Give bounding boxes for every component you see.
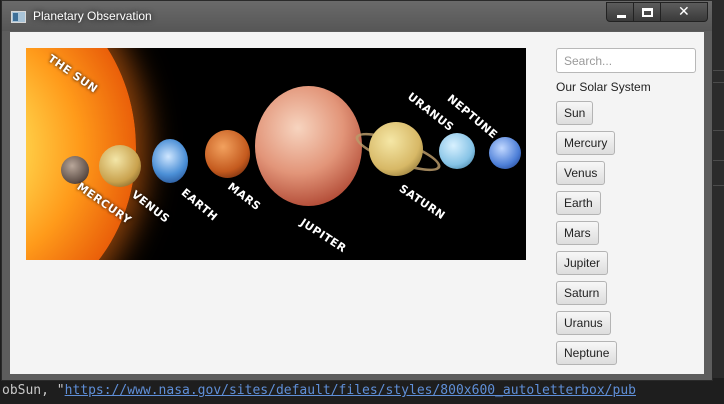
content-area: THE SUN MERCURY VENUS EARTH MARS JUPITER…: [10, 32, 704, 374]
neptune-button[interactable]: Neptune: [556, 341, 618, 365]
title-bar[interactable]: Planetary Observation ✕: [2, 1, 712, 31]
venus-button[interactable]: Venus: [556, 161, 606, 185]
mars-shape: [205, 130, 250, 178]
maximize-icon: [642, 8, 653, 17]
window-title: Planetary Observation: [33, 9, 152, 23]
code-url-link[interactable]: https://www.nasa.gov/sites/default/files…: [65, 383, 636, 398]
close-icon: ✕: [678, 4, 690, 20]
label-earth: EARTH: [178, 186, 221, 224]
mercury-shape: [61, 156, 89, 184]
label-saturn: SATURN: [396, 182, 448, 223]
jupiter-shape: [255, 86, 362, 206]
minimize-icon: [617, 15, 626, 18]
editor-guide-line: [712, 70, 724, 71]
earth-shape: [152, 139, 188, 183]
editor-guide-line: [712, 130, 724, 131]
search-input[interactable]: [556, 48, 696, 73]
venus-shape: [99, 145, 141, 187]
background-code-line: obSun, "https://www.nasa.gov/sites/defau…: [0, 378, 724, 404]
list-heading: Our Solar System: [556, 80, 651, 94]
mars-button[interactable]: Mars: [556, 221, 599, 245]
minimize-button[interactable]: [606, 2, 634, 22]
solar-system-image: THE SUN MERCURY VENUS EARTH MARS JUPITER…: [26, 48, 526, 260]
editor-guide-line: [712, 185, 724, 186]
editor-guide-line: [712, 160, 724, 161]
uranus-shape: [439, 133, 475, 169]
earth-button[interactable]: Earth: [556, 191, 601, 215]
background-editor-strip: [712, 0, 724, 404]
neptune-shape: [489, 137, 521, 169]
label-venus: VENUS: [128, 188, 173, 226]
uranus-button[interactable]: Uranus: [556, 311, 611, 335]
maximize-button[interactable]: [634, 2, 661, 22]
saturn-shape: [369, 122, 423, 176]
jupiter-button[interactable]: Jupiter: [556, 251, 609, 275]
code-prefix: obSun, ": [2, 383, 65, 398]
window-controls: ✕: [606, 2, 708, 22]
app-window: Planetary Observation ✕ THE SUN MERCURY …: [1, 0, 713, 381]
planet-button-list: Sun Mercury Venus Earth Mars Jupiter Sat…: [556, 101, 618, 371]
editor-guide-line: [712, 82, 724, 83]
label-mars: MARS: [225, 180, 264, 214]
saturn-button[interactable]: Saturn: [556, 281, 608, 305]
close-button[interactable]: ✕: [661, 2, 708, 22]
label-jupiter: JUPITER: [297, 216, 349, 256]
sun-button[interactable]: Sun: [556, 101, 594, 125]
mercury-button[interactable]: Mercury: [556, 131, 616, 155]
app-icon: [11, 11, 26, 23]
